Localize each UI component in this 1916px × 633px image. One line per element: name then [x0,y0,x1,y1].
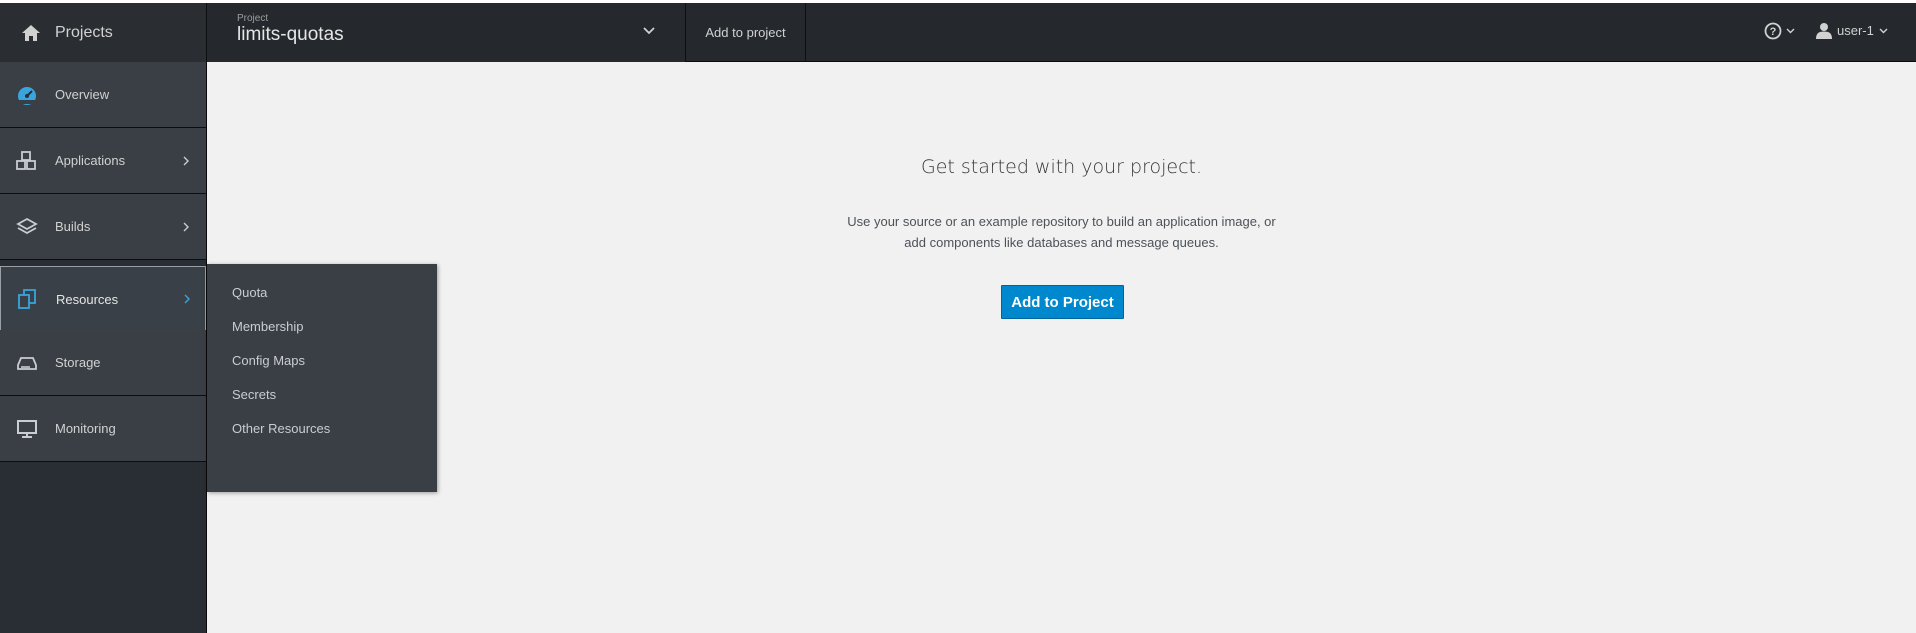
chevron-down-icon [1879,28,1888,33]
project-name: limits-quotas [237,24,344,45]
project-switcher[interactable]: Project limits-quotas [207,3,686,62]
projects-home-button[interactable]: Projects [0,3,207,62]
main-content: Get started with your project. Use your … [207,62,1916,633]
home-icon [22,24,40,41]
sidebar-item-monitoring[interactable]: Monitoring [0,396,206,462]
sidebar-item-resources[interactable]: Resources [0,266,206,332]
empty-state-heading: Get started with your project. [920,156,1203,178]
sidebar-item-label: Builds [55,219,91,234]
sidebar-item-overview[interactable]: Overview [0,62,206,128]
question-circle-icon: ? [1764,22,1782,40]
help-menu-button[interactable]: ? [1764,22,1795,40]
project-caption: Project [237,13,269,24]
user-menu-button[interactable]: user-1 [1816,22,1888,39]
chevron-right-icon [183,156,189,165]
cubes-icon [16,150,36,170]
empty-state-description: Use your source or an example repository… [207,211,1916,253]
monitor-icon [17,419,37,438]
chevron-right-icon [183,222,189,231]
hdd-icon [17,356,37,370]
top-navbar: Projects Project limits-quotas Add to pr… [0,3,1916,62]
sidebar-item-label: Monitoring [55,421,116,436]
projects-home-label: Projects [55,23,113,41]
add-to-project-link[interactable]: Add to project [686,3,806,62]
layers-icon [16,217,38,234]
sidebar-item-storage[interactable]: Storage [0,330,206,396]
add-to-project-button[interactable]: Add to Project [1001,285,1124,319]
dashboard-icon [18,86,36,105]
files-icon [18,289,36,309]
description-line-2: add components like databases and messag… [904,235,1219,250]
chevron-right-icon [184,294,190,304]
sidebar-nav: Overview Applications Builds Resources S… [0,62,207,633]
description-line-1: Use your source or an example repository… [847,214,1276,229]
sidebar-item-builds[interactable]: Builds [0,194,206,260]
svg-text:?: ? [1770,26,1777,38]
sidebar-item-applications[interactable]: Applications [0,128,206,194]
chevron-down-icon [643,27,655,35]
sidebar-item-label: Resources [56,291,119,307]
sidebar-item-label: Storage [55,355,101,370]
user-icon [1816,23,1832,39]
user-name: user-1 [1837,23,1874,38]
sidebar-item-label: Overview [55,87,110,102]
chevron-down-icon [1786,28,1795,34]
sidebar-item-label: Applications [55,153,126,168]
